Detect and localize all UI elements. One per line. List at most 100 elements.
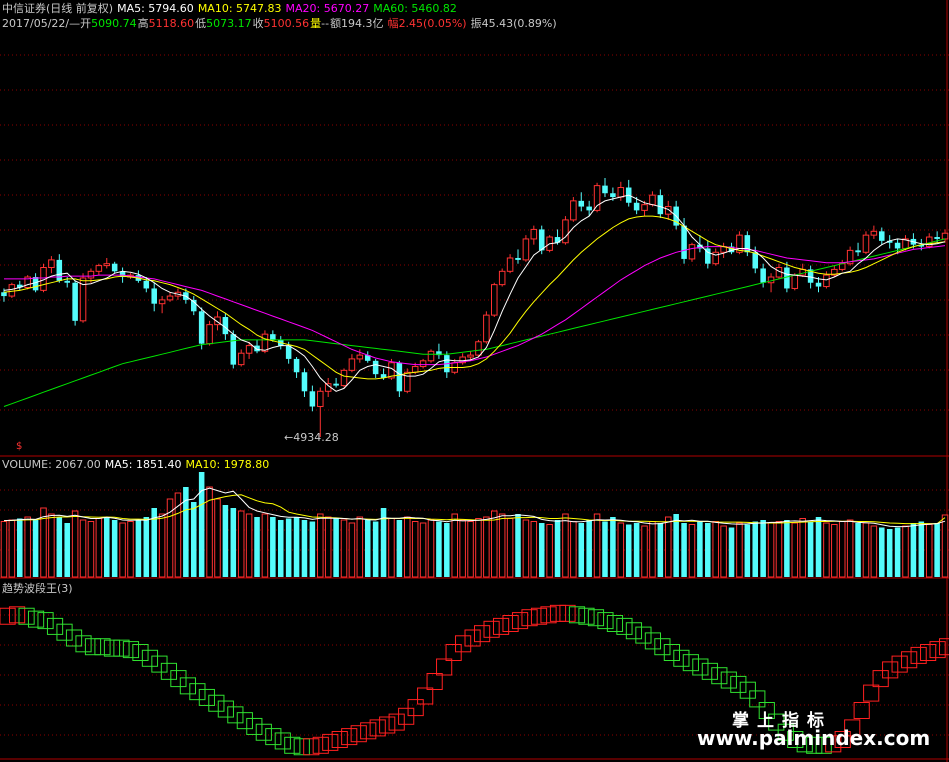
volume-bar <box>198 472 205 577</box>
candle-body <box>681 225 687 259</box>
close-label: 收 <box>252 17 264 30</box>
volume-bar <box>293 517 300 577</box>
candle <box>515 249 521 264</box>
candle-body <box>48 259 55 269</box>
volume-bar <box>245 513 253 578</box>
quote-date: 2017/05/22/— <box>2 17 81 30</box>
candle-body <box>143 280 150 289</box>
candle <box>48 256 55 274</box>
candle-body <box>578 200 585 207</box>
candle <box>111 261 118 274</box>
volume-bar <box>340 519 348 578</box>
event-marker-icon[interactable]: $ <box>16 441 22 452</box>
volume-bar <box>254 517 260 577</box>
volume-bar <box>95 518 103 578</box>
candle-body <box>862 234 870 253</box>
candle-body <box>475 341 482 356</box>
candle <box>483 311 490 344</box>
wave-box <box>663 644 680 661</box>
volume-bar <box>720 525 727 578</box>
volume-bar <box>356 516 364 578</box>
candle-body <box>270 334 276 340</box>
volume-ma10-legend: MA10: 1978.80 <box>185 458 270 471</box>
candle-body <box>760 268 766 283</box>
volume-bar <box>230 508 237 577</box>
candle-body <box>87 270 95 279</box>
volume-bar <box>799 518 806 578</box>
candle-body <box>427 350 435 362</box>
candle <box>190 296 197 316</box>
volume-bar <box>451 513 458 578</box>
candle <box>720 242 727 258</box>
volume-bar <box>823 522 830 578</box>
candle <box>348 354 356 373</box>
candle-body <box>515 257 521 260</box>
volume-bar <box>918 521 925 577</box>
volume-bar <box>427 519 435 578</box>
volume-bar <box>444 523 450 577</box>
min-price-marker: ←4934.28 <box>284 431 339 444</box>
volume-bar <box>760 520 766 577</box>
volume-bar <box>364 520 371 577</box>
volume-bar <box>767 522 775 578</box>
volume-bar <box>214 498 221 578</box>
candle-body <box>254 345 260 352</box>
indicator-title[interactable]: 趋势波段王(3) <box>2 582 73 595</box>
candle-body <box>894 242 901 249</box>
volume-bar <box>697 521 703 577</box>
volume-bar <box>419 522 427 578</box>
candle <box>309 385 316 412</box>
wave-box <box>559 604 576 622</box>
wave-box <box>227 706 244 724</box>
volume-bar <box>467 521 474 578</box>
candle-body <box>72 282 78 321</box>
wave-box <box>151 655 168 673</box>
wave-box <box>711 667 728 685</box>
candle <box>562 216 569 245</box>
candle <box>396 360 403 398</box>
candle <box>879 227 885 245</box>
candle <box>838 259 846 272</box>
candle <box>673 200 679 230</box>
volume-bar <box>515 514 521 577</box>
wave-box <box>749 690 766 708</box>
candle-body <box>8 284 16 297</box>
volume-bar <box>870 525 878 578</box>
ma60-line <box>3 238 946 407</box>
wave-box <box>720 671 737 689</box>
candle-body <box>617 187 625 198</box>
vol-value: -- <box>321 17 330 30</box>
wave-box <box>426 673 443 690</box>
candle-body <box>261 333 269 352</box>
candle-body <box>32 277 39 291</box>
volume-bar <box>894 527 901 577</box>
quote-bar: 2017/05/22/—开5090.74高5118.60低5073.17收510… <box>2 17 561 31</box>
candle <box>657 189 664 218</box>
candle-body <box>309 391 316 407</box>
volume-bar <box>317 513 324 578</box>
candle-body <box>166 295 174 301</box>
candle-body <box>593 185 601 211</box>
wave-box <box>284 736 301 754</box>
volume-bar <box>24 516 31 578</box>
wave-box <box>474 625 491 643</box>
volume-bar <box>0 521 8 578</box>
volume-bar <box>784 520 790 577</box>
candle-body <box>64 280 70 283</box>
candle <box>712 248 719 266</box>
candle <box>158 296 166 314</box>
volume-bar <box>688 524 696 578</box>
candle <box>56 254 63 283</box>
wave-box <box>65 629 83 647</box>
volume-bar <box>348 522 356 578</box>
stock-title[interactable]: 中信证券(日线 前复权) <box>2 2 113 15</box>
wave-box <box>673 649 690 667</box>
volume-bar <box>71 510 79 578</box>
volume-bar <box>79 519 87 578</box>
candle <box>103 257 111 269</box>
volume-bar <box>522 519 530 578</box>
volume-bar <box>775 521 783 578</box>
volume-bar <box>190 502 197 577</box>
volume-bar <box>64 523 70 577</box>
watermark-url: www.palmindex.com <box>697 726 931 750</box>
